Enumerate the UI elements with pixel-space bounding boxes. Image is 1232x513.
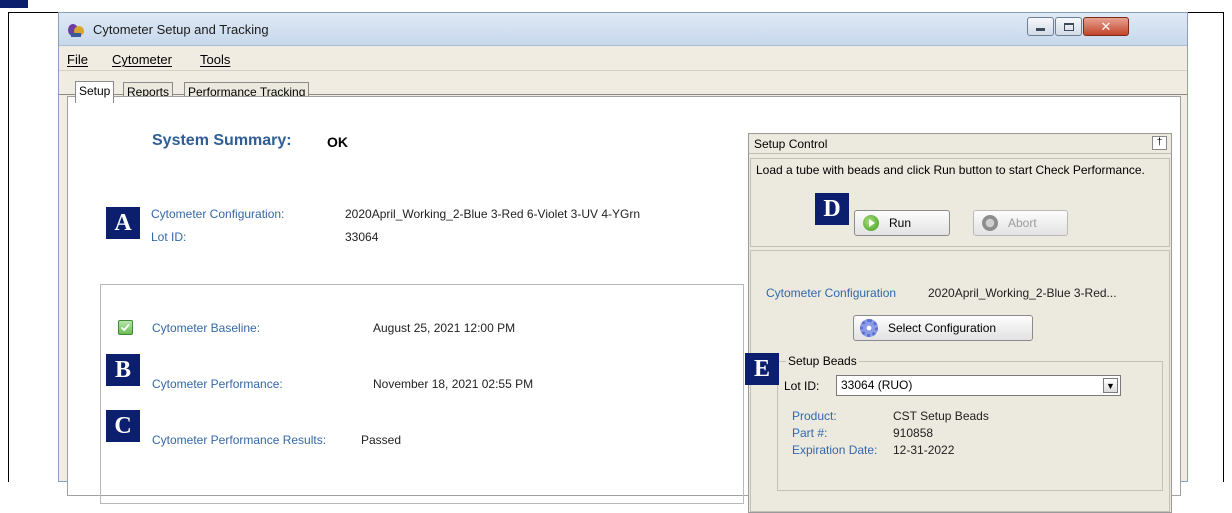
setup-tab-content: System Summary: OK Cytometer Configurati…	[67, 96, 1181, 513]
cytometer-app-icon	[68, 24, 84, 37]
menu-bar: File Cytometer Tools	[59, 47, 1187, 71]
baseline-value: August 25, 2021 12:00 PM	[373, 321, 516, 335]
performance-label: Cytometer Performance:	[152, 377, 283, 391]
run-button-label: Run	[889, 216, 912, 230]
lot-id-selected-value: 33064 (RUO)	[841, 378, 913, 392]
expiration-value: 12-31-2022	[893, 443, 955, 457]
performance-value: November 18, 2021 02:55 PM	[373, 377, 534, 391]
gear-icon	[860, 319, 878, 337]
config-label: Cytometer Configuration:	[151, 207, 285, 221]
callout-marker-b: B	[106, 354, 140, 386]
panel-config-value: 2020April_Working_2-Blue 3-Red...	[928, 286, 1117, 300]
corner-marker	[0, 0, 28, 8]
product-label: Product:	[792, 409, 837, 423]
panel-config-label: Cytometer Configuration	[766, 286, 897, 300]
maximize-icon	[1063, 22, 1074, 31]
menu-tools[interactable]: Tools	[200, 52, 230, 67]
details-box	[100, 284, 744, 504]
setup-beads-group: Setup Beads Lot ID: 33064 (RUO) ▼ Produc…	[777, 354, 1163, 491]
minimize-button[interactable]	[1027, 17, 1054, 36]
window-title: Cytometer Setup and Tracking	[93, 22, 269, 37]
tab-strip: Setup Reports Performance Tracking	[59, 71, 1187, 103]
callout-marker-c: C	[106, 410, 140, 442]
part-value: 910858	[893, 426, 934, 440]
chevron-down-icon[interactable]: ▼	[1103, 378, 1118, 393]
setup-control-header: Setup Control †	[749, 134, 1171, 154]
system-summary-title: System Summary:	[152, 132, 292, 149]
system-summary-status: OK	[327, 134, 348, 150]
menu-file[interactable]: File	[67, 52, 88, 67]
pin-icon[interactable]: †	[1152, 136, 1167, 150]
title-bar: Cytometer Setup and Tracking ✕	[59, 13, 1187, 46]
run-button[interactable]: Run	[854, 210, 950, 236]
play-icon	[863, 215, 879, 231]
lot-id-label: Lot ID:	[151, 230, 187, 244]
baseline-label: Cytometer Baseline:	[152, 321, 261, 335]
part-label: Part #:	[792, 426, 828, 440]
maximize-button[interactable]	[1055, 17, 1082, 36]
beads-lot-label: Lot ID:	[784, 379, 820, 393]
tab-setup[interactable]: Setup	[75, 81, 115, 103]
app-window: Cytometer Setup and Tracking ✕ File Cyto…	[58, 12, 1188, 513]
callout-marker-e: E	[745, 353, 779, 385]
minimize-icon	[1036, 28, 1045, 31]
callout-marker-d: D	[815, 193, 849, 225]
configuration-section: Cytometer Configuration 2020April_Workin…	[750, 250, 1170, 512]
results-value: Passed	[361, 433, 402, 447]
callout-marker-a: A	[106, 207, 140, 239]
check-icon	[118, 320, 133, 335]
abort-button-label: Abort	[1008, 216, 1037, 230]
select-configuration-button[interactable]: Select Configuration	[853, 315, 1033, 341]
run-instructions: Load a tube with beads and click Run but…	[756, 163, 1145, 177]
stop-icon	[982, 215, 998, 231]
expiration-label: Expiration Date:	[792, 443, 878, 457]
abort-button[interactable]: Abort	[973, 210, 1068, 236]
setup-control-title: Setup Control	[754, 137, 828, 151]
close-button[interactable]: ✕	[1083, 17, 1129, 36]
setup-control-panel: Setup Control † Load a tube with beads a…	[748, 133, 1172, 513]
run-section: Load a tube with beads and click Run but…	[750, 158, 1170, 247]
results-label: Cytometer Performance Results:	[152, 433, 327, 447]
close-icon: ✕	[1100, 19, 1112, 34]
lot-id-value: 33064	[345, 230, 379, 244]
select-configuration-label: Select Configuration	[888, 321, 997, 335]
setup-beads-legend: Setup Beads	[786, 354, 859, 368]
config-value: 2020April_Working_2-Blue 3-Red 6-Violet …	[345, 207, 641, 221]
lot-id-select[interactable]: 33064 (RUO) ▼	[836, 375, 1121, 396]
menu-cytometer[interactable]: Cytometer	[112, 52, 172, 67]
product-value: CST Setup Beads	[893, 409, 989, 423]
